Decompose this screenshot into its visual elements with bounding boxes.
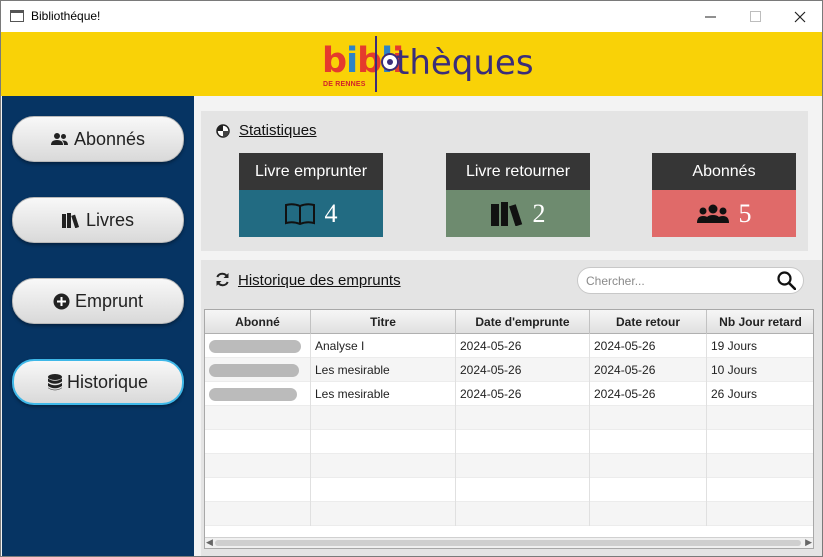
cell-titre: Analyse I — [311, 334, 456, 358]
stat-card-body: 2 — [446, 190, 590, 237]
cell-date-emprunt: 2024-05-26 — [456, 358, 590, 382]
stat-card-label: Livre retourner — [446, 153, 590, 190]
library-logo: bibli thèques DE RENNES — [322, 36, 552, 92]
pie-chart-icon — [216, 124, 230, 138]
cell-abonne — [205, 382, 311, 406]
table-header: Abonné Titre Date d'emprunte Date retour… — [205, 310, 813, 334]
table-row-empty — [205, 454, 813, 478]
cell-retard: 10 Jours — [707, 358, 813, 382]
logo-theques: thèques — [396, 43, 534, 83]
sidebar-item-label: Historique — [66, 371, 149, 392]
header-banner: bibli thèques DE RENNES — [1, 32, 822, 96]
stat-card-value: 4 — [324, 198, 338, 228]
redacted-name — [209, 387, 297, 401]
sidebar-item-label: Emprunt — [74, 290, 144, 311]
horizontal-scrollbar[interactable]: ◀ ▶ — [205, 537, 813, 548]
table-row-empty — [205, 406, 813, 430]
stat-card-emprunter: Livre emprunter 4 — [239, 153, 383, 237]
cell-retard: 19 Jours — [707, 334, 813, 358]
cell-date-retour: 2024-05-26 — [590, 382, 707, 406]
stat-card-value: 5 — [738, 198, 752, 228]
users-icon — [50, 132, 69, 146]
logo-subtitle: DE RENNES — [323, 81, 366, 88]
history-panel: Historique des emprunts Abonné Titre Dat… — [201, 260, 822, 556]
stat-card-label: Abonnés — [652, 153, 796, 190]
redacted-name — [209, 363, 299, 377]
history-title: Historique des emprunts — [238, 272, 401, 289]
search-field[interactable] — [577, 267, 804, 294]
cell-titre: Les mesirable — [311, 382, 456, 406]
sidebar-item-livres[interactable]: Livres — [12, 197, 184, 243]
plus-circle-icon — [53, 293, 70, 310]
column-header-date-emprunt[interactable]: Date d'emprunte — [456, 310, 590, 334]
table-row-empty — [205, 502, 813, 526]
redacted-name — [209, 339, 301, 353]
cell-date-emprunt: 2024-05-26 — [456, 382, 590, 406]
cell-date-emprunt: 2024-05-26 — [456, 334, 590, 358]
search-icon[interactable] — [777, 271, 797, 295]
refresh-icon[interactable] — [215, 272, 230, 292]
open-book-icon — [284, 202, 315, 225]
window-title: Bibliothéque! — [31, 9, 101, 23]
column-header-retard[interactable]: Nb Jour retard — [707, 310, 813, 334]
table-row[interactable]: Analyse I 2024-05-26 2024-05-26 19 Jours — [205, 334, 813, 358]
sidebar-item-historique[interactable]: Historique — [12, 359, 184, 405]
stat-card-label: Livre emprunter — [239, 153, 383, 190]
column-header-titre[interactable]: Titre — [311, 310, 456, 334]
cell-retard: 26 Jours — [707, 382, 813, 406]
stat-card-body: 4 — [239, 190, 383, 237]
scroll-left-icon[interactable]: ◀ — [206, 537, 213, 548]
title-bar: Bibliothéque! — [1, 1, 822, 32]
stat-card-body: 5 — [652, 190, 796, 237]
close-icon[interactable] — [777, 1, 822, 32]
column-header-date-retour[interactable]: Date retour — [590, 310, 707, 334]
minimize-icon[interactable] — [687, 1, 733, 32]
table-row-empty — [205, 478, 813, 502]
cell-abonne — [205, 358, 311, 382]
sidebar-item-emprunt[interactable]: Emprunt — [12, 278, 184, 324]
books-icon — [61, 212, 81, 228]
table-body: Analyse I 2024-05-26 2024-05-26 19 Jours… — [205, 334, 813, 526]
statistics-panel: Statistiques Livre emprunter 4 Livre ret… — [201, 111, 808, 251]
statistics-title: Statistiques — [239, 122, 317, 139]
app-icon — [10, 10, 24, 22]
books-icon — [490, 201, 523, 226]
cell-date-retour: 2024-05-26 — [590, 334, 707, 358]
history-table: Abonné Titre Date d'emprunte Date retour… — [204, 309, 814, 549]
sidebar-item-label: Livres — [85, 209, 134, 230]
stat-card-value: 2 — [532, 198, 546, 228]
cell-abonne — [205, 334, 311, 358]
users-icon — [696, 204, 729, 224]
cell-date-retour: 2024-05-26 — [590, 358, 707, 382]
table-row[interactable]: Les mesirable 2024-05-26 2024-05-26 26 J… — [205, 382, 813, 406]
stat-card-retourner: Livre retourner 2 — [446, 153, 590, 237]
stat-card-abonnes: Abonnés 5 — [652, 153, 796, 237]
main-content: Statistiques Livre emprunter 4 Livre ret… — [194, 96, 822, 556]
app-window: Bibliothéque! bibli thèques DE RENNES — [0, 0, 823, 557]
search-input[interactable] — [586, 273, 766, 289]
sidebar: Abonnés Livres Emprunt Historique — [2, 96, 194, 556]
logo-divider — [375, 36, 377, 92]
cell-titre: Les mesirable — [311, 358, 456, 382]
sidebar-item-abonnes[interactable]: Abonnés — [12, 116, 184, 162]
maximize-icon[interactable] — [732, 1, 778, 32]
sidebar-item-label: Abonnés — [73, 128, 146, 149]
table-row-empty — [205, 430, 813, 454]
table-row[interactable]: Les mesirable 2024-05-26 2024-05-26 10 J… — [205, 358, 813, 382]
scrollbar-thumb[interactable] — [215, 540, 801, 546]
scroll-right-icon[interactable]: ▶ — [805, 537, 812, 548]
database-icon — [47, 373, 62, 391]
column-header-abonne[interactable]: Abonné — [205, 310, 311, 334]
